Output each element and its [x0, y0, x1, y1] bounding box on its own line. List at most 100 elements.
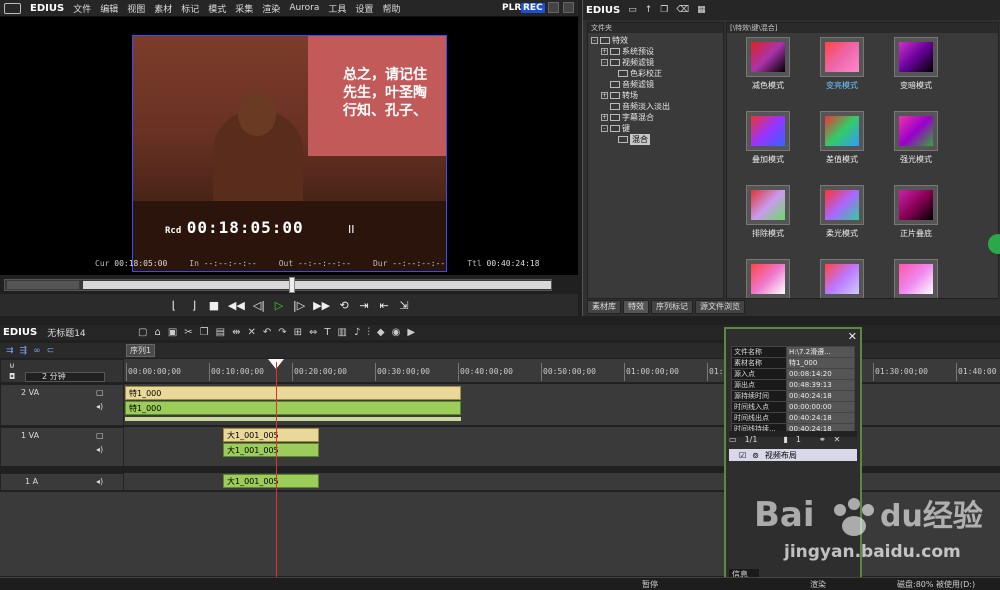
- marker-icon[interactable]: ◆: [377, 327, 385, 338]
- playhead-line[interactable]: [276, 362, 277, 584]
- effect-thumb[interactable]: [733, 259, 803, 298]
- delete-icon[interactable]: ⌫: [676, 5, 689, 15]
- checkbox-icon[interactable]: ☑: [739, 451, 746, 460]
- tab-effects[interactable]: 特效: [623, 300, 649, 314]
- link-icon[interactable]: ∞: [33, 346, 41, 356]
- prev-frame-icon[interactable]: ◁|: [253, 299, 265, 312]
- layer-row[interactable]: ☑ ⊚ 视频布局: [729, 449, 857, 461]
- effect-thumb[interactable]: 排除模式: [733, 185, 803, 247]
- next-frame-icon[interactable]: |▷: [293, 299, 305, 312]
- tree-node-title-mixers[interactable]: + 字幕混合: [601, 112, 654, 123]
- ripple-icon[interactable]: ⇹: [232, 327, 240, 338]
- undo-icon[interactable]: ↶: [263, 327, 271, 338]
- clip-audio-2va[interactable]: 特1_000: [125, 401, 461, 415]
- track-video-toggle-icon[interactable]: ▢: [96, 388, 104, 397]
- tree-node-blend[interactable]: 混合: [618, 134, 650, 145]
- effect-thumb[interactable]: 变亮模式: [807, 37, 877, 99]
- track-audio-toggle-icon[interactable]: ◂): [96, 445, 103, 454]
- tree-node-keyers[interactable]: -键: [601, 123, 630, 134]
- track-toggle-icon[interactable]: ◘: [9, 372, 15, 381]
- set-in-icon[interactable]: ⌊: [168, 299, 180, 312]
- tree-node-color-correction[interactable]: 色彩校正: [618, 68, 662, 79]
- mic-icon[interactable]: ♪: [354, 327, 360, 338]
- up-folder-icon[interactable]: ↑: [645, 5, 653, 15]
- menu-view[interactable]: 视图: [127, 2, 145, 15]
- lock-toggle-icon[interactable]: ⊍: [9, 361, 15, 370]
- scrub-bar[interactable]: [4, 277, 552, 293]
- tab-bin[interactable]: 素材库: [587, 300, 621, 314]
- effect-thumb[interactable]: 叠加模式: [733, 111, 803, 173]
- group-icon[interactable]: ⊂: [47, 346, 55, 356]
- copy-icon[interactable]: ❐: [660, 5, 668, 15]
- open-icon[interactable]: ⌂: [154, 327, 160, 338]
- tree-node-audio-filters[interactable]: 音频滤镜: [610, 79, 654, 90]
- audio-mixer-icon[interactable]: ⫶: [367, 327, 370, 338]
- menu-mode[interactable]: 模式: [208, 2, 226, 15]
- effect-thumb[interactable]: [881, 259, 951, 298]
- menu-clip[interactable]: 素材: [154, 2, 172, 15]
- effect-thumb[interactable]: 柔光模式: [807, 185, 877, 247]
- info-close-icon[interactable]: ✕: [848, 330, 857, 343]
- render-icon[interactable]: ◉: [392, 327, 401, 338]
- snap-icon[interactable]: ⊞: [294, 327, 302, 338]
- effect-thumb[interactable]: 减色模式: [733, 37, 803, 99]
- save-icon[interactable]: ▣: [168, 327, 177, 338]
- scrub-knob[interactable]: [289, 277, 295, 293]
- clip-audio-1va[interactable]: 大1_001_005: [223, 443, 319, 457]
- fast-forward-icon[interactable]: ▶▶: [313, 299, 330, 312]
- folder-icon[interactable]: ▭: [628, 5, 637, 15]
- track-header-1a[interactable]: 1 A ◂): [0, 473, 124, 491]
- copy-clip-icon[interactable]: ❐: [200, 327, 209, 338]
- effect-link-icon[interactable]: ⚭: [819, 435, 826, 444]
- menu-tools[interactable]: 工具: [328, 2, 346, 15]
- export-icon[interactable]: ⇲: [398, 299, 410, 312]
- rewind-icon[interactable]: ◀◀: [228, 299, 245, 312]
- tree-node-effects[interactable]: - 特效: [591, 35, 628, 46]
- tree-node-transitions[interactable]: + 转场: [601, 90, 638, 101]
- menu-render[interactable]: 渲染: [262, 2, 280, 15]
- clip-video-2va[interactable]: 特1_000: [125, 386, 461, 400]
- text-icon[interactable]: T: [324, 327, 330, 338]
- shuttle-track[interactable]: [7, 281, 79, 289]
- effect-thumb[interactable]: [807, 259, 877, 298]
- tree-node-audio-fades[interactable]: 音频淡入淡出: [610, 101, 670, 112]
- tree-node-presets[interactable]: + 系统预设: [601, 46, 654, 57]
- track-header-1va[interactable]: 1 VA ▢ ◂): [0, 427, 124, 467]
- zoom-select[interactable]: 2 分钟: [25, 372, 105, 382]
- menu-file[interactable]: 文件: [73, 2, 91, 15]
- tab-source-browser[interactable]: 源文件浏览: [695, 300, 745, 314]
- delete-clip-icon[interactable]: ✕: [247, 327, 255, 338]
- effect-thumb[interactable]: 变暗模式: [881, 37, 951, 99]
- plr-button[interactable]: PLR: [502, 3, 521, 13]
- play-icon[interactable]: ▷: [273, 299, 285, 312]
- effect-thumb[interactable]: 正片叠底: [881, 185, 951, 247]
- clip-audio-1a[interactable]: 大1_001_005: [223, 474, 319, 488]
- overwrite-mode-icon[interactable]: ⇶: [20, 346, 28, 356]
- mixer-icon[interactable]: ▥: [338, 327, 347, 338]
- scrub-track[interactable]: [83, 281, 551, 289]
- stop-icon[interactable]: ■: [208, 299, 220, 312]
- tab-sequence-markers[interactable]: 序列标记: [651, 300, 693, 314]
- trash-icon[interactable]: ▮: [783, 435, 787, 444]
- menu-capture[interactable]: 采集: [235, 2, 253, 15]
- dvd-icon[interactable]: ▶: [407, 327, 415, 338]
- set-out-icon[interactable]: ⌋: [188, 299, 200, 312]
- view-icon[interactable]: ▦: [697, 5, 706, 15]
- new-icon[interactable]: ▢: [138, 327, 147, 338]
- menu-marker[interactable]: 标记: [181, 2, 199, 15]
- rec-button[interactable]: REC: [521, 3, 545, 13]
- time-ruler[interactable]: 00:00:00;00 00:10:00;00 00:20:00;00 00:30:0…: [124, 359, 1000, 383]
- sequence-tab[interactable]: 序列1: [126, 344, 156, 357]
- insert-mode-icon[interactable]: ⇉: [6, 346, 14, 356]
- paste-icon[interactable]: ▤: [216, 327, 225, 338]
- close-window-icon[interactable]: [563, 2, 574, 13]
- loop-icon[interactable]: ⟲: [338, 299, 350, 312]
- menu-settings[interactable]: 设置: [355, 2, 373, 15]
- menu-edit[interactable]: 编辑: [100, 2, 118, 15]
- tree-node-video-filters[interactable]: - 视频滤镜: [601, 57, 654, 68]
- track-audio-toggle-icon[interactable]: ◂): [96, 477, 103, 486]
- clip-video-1va[interactable]: 大1_001_005: [223, 428, 319, 442]
- effect-thumb[interactable]: 差值模式: [807, 111, 877, 173]
- cut-icon[interactable]: ✂: [184, 327, 192, 338]
- track-header-2va[interactable]: 2 VA ▢ ◂): [0, 384, 124, 426]
